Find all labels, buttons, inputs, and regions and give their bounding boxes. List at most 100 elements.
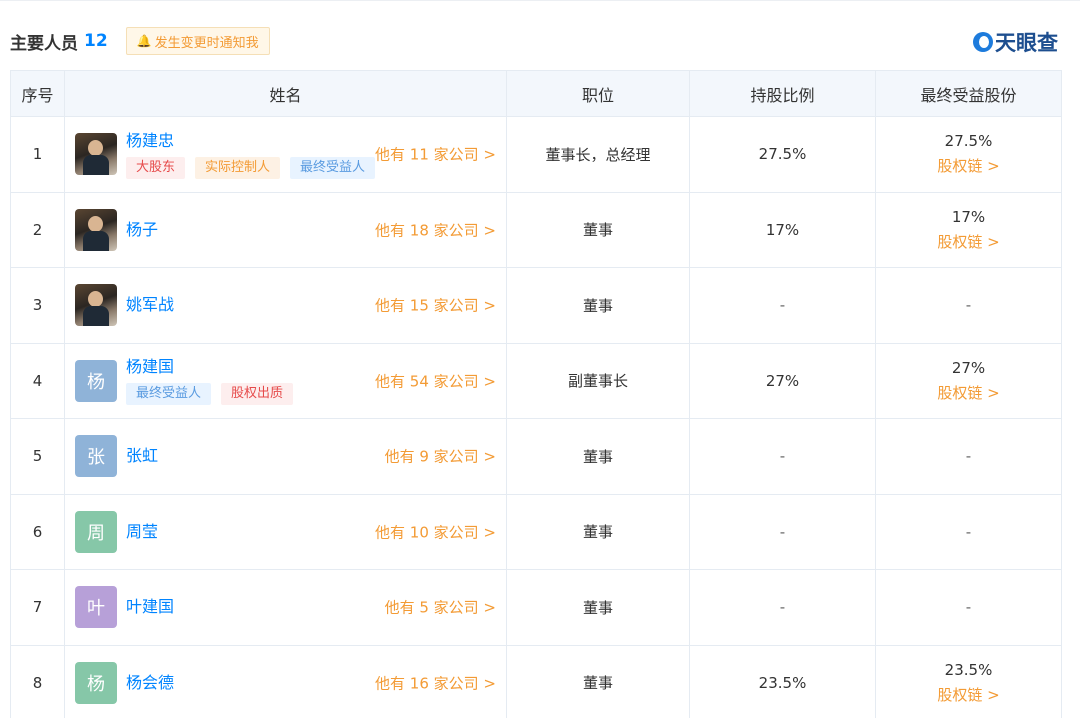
benefit-value: - [965,296,972,315]
avatar-photo[interactable] [75,133,117,176]
row-index: 2 [10,191,65,268]
person-tags: 大股东 实际控制人 最终受益人 [126,156,385,179]
benefit-share-cell: - [875,418,1062,495]
bell-icon: 🔔 [136,34,152,48]
benefit-value: - [965,447,972,466]
position-cell: 董事 [506,493,690,570]
benefit-cell: 17% 股权链 > [876,205,1061,255]
row-index: 8 [10,644,65,718]
name-cell: 周周莹 他有 10 家公司 > [64,493,507,570]
row-index: 6 [10,493,65,570]
equity-chain-link[interactable]: 股权链 > [937,230,999,255]
benefit-share-cell: - [875,569,1062,646]
row-index: 7 [10,569,65,646]
avatar-photo[interactable] [75,208,117,251]
companies-link[interactable]: 他有 10 家公司 > [375,521,496,542]
benefit-value: 23.5% [944,660,993,679]
benefit-cell: 23.5% 股权链 > [876,658,1061,708]
equity-chain-link[interactable]: 股权链 > [937,381,999,406]
benefit-cell: 27% 股权链 > [876,356,1061,406]
companies-link[interactable]: 他有 5 家公司 > [385,597,496,618]
share-ratio-cell: - [689,569,876,646]
benefit-share-cell: 27.5% 股权链 > [875,116,1062,193]
person-tag: 最终受益人 [290,156,376,179]
person-name-link[interactable]: 杨会德 [126,672,174,694]
position-cell: 董事 [506,267,690,344]
share-ratio-cell: 17% [689,191,876,268]
position-cell: 董事 [506,569,690,646]
avatar-initial[interactable]: 杨 [75,359,117,402]
share-ratio-cell: 23.5% [689,644,876,718]
logo-text: 天眼查 [995,31,1058,55]
person-tags: 最终受益人 股权出质 [126,383,303,406]
name-cell: 杨建忠大股东 实际控制人 最终受益人 他有 11 家公司 > [64,116,507,193]
person-name-link[interactable]: 周莹 [126,521,158,543]
companies-link[interactable]: 他有 54 家公司 > [375,370,496,391]
benefit-value: - [965,598,972,617]
person-name-link[interactable]: 杨建忠 [126,130,385,152]
avatar-photo[interactable] [75,284,117,327]
person-name-link[interactable]: 杨建国 [126,356,303,378]
benefit-value: 27.5% [944,132,993,151]
section-header: 主要人员 12 🔔 发生变更时通知我 [10,26,270,56]
table-row: 2 杨子 他有 18 家公司 > 董事 17% 17% 股权链 > [10,191,1062,268]
table-row: 4 杨杨建国 最终受益人 股权出质 他有 54 家公司 > 副董事长 27% 27% 股权链 > [10,342,1062,419]
companies-link[interactable]: 他有 11 家公司 > [375,144,496,165]
position-cell: 董事长，总经理 [506,116,690,193]
avatar-initial[interactable]: 杨 [75,661,117,704]
person-name-link[interactable]: 姚军战 [126,294,174,316]
staff-table: 序号 姓名 职位 持股比例 最终受益股份 1 杨建忠 大股东 实际控制人 最终受益人 他有… [10,70,1062,718]
name-cell: 叶叶建国 他有 5 家公司 > [64,569,507,646]
benefit-value: 27% [951,358,986,377]
logo-icon [973,32,993,52]
person-tag: 最终受益人 [126,383,212,406]
benefit-share-cell: - [875,493,1062,570]
name-cell: 杨杨建国最终受益人 股权出质 他有 54 家公司 > [64,342,507,419]
avatar-initial[interactable]: 周 [75,510,117,553]
name-cell: 姚军战 他有 15 家公司 > [64,267,507,344]
equity-chain-link[interactable]: 股权链 > [937,683,999,708]
equity-chain-link[interactable]: 股权链 > [937,154,999,179]
row-index: 1 [10,116,65,193]
person-name-link[interactable]: 杨子 [126,219,158,241]
name-cell: 杨子 他有 18 家公司 > [64,191,507,268]
table-row: 7 叶叶建国 他有 5 家公司 > 董事 - - [10,569,1062,646]
benefit-cell: 27.5% 股权链 > [876,129,1061,179]
row-index: 3 [10,267,65,344]
benefit-share-cell: 23.5% 股权链 > [875,644,1062,718]
avatar-initial[interactable]: 张 [75,435,117,478]
person-name-link[interactable]: 叶建国 [126,596,174,618]
person-name-link[interactable]: 张虹 [126,445,158,467]
table-row: 1 杨建忠 大股东 实际控制人 最终受益人 他有 11 家公司 > 董事长，总经理 27.5%… [10,116,1062,193]
benefit-share-cell: 27% 股权链 > [875,342,1062,419]
table-row: 8 杨杨会德 他有 16 家公司 > 董事 23.5% 23.5% 股权链 > [10,644,1062,718]
companies-link[interactable]: 他有 18 家公司 > [375,219,496,240]
share-ratio-cell: 27.5% [689,116,876,193]
tianyancha-logo[interactable]: 天眼查 [973,28,1058,56]
position-cell: 副董事长 [506,342,690,419]
share-ratio-cell: 27% [689,342,876,419]
position-cell: 董事 [506,191,690,268]
column-header-name: 姓名 [64,70,507,117]
section-title: 主要人员 [10,33,78,54]
position-cell: 董事 [506,418,690,495]
notify-label: 发生变更时通知我 [154,35,259,51]
person-tag: 股权出质 [221,383,294,406]
share-ratio-cell: - [689,267,876,344]
position-cell: 董事 [506,644,690,718]
table-header-row: 序号 姓名 职位 持股比例 最终受益股份 [10,70,1062,117]
person-tag: 大股东 [126,156,186,179]
staff-count: 12 [84,31,108,51]
top-divider [0,0,1080,2]
companies-link[interactable]: 他有 16 家公司 > [375,672,496,693]
notify-button[interactable]: 🔔 发生变更时通知我 [125,27,270,55]
name-cell: 杨杨会德 他有 16 家公司 > [64,644,507,718]
column-header-index: 序号 [10,70,65,117]
row-index: 4 [10,342,65,419]
row-index: 5 [10,418,65,495]
avatar-initial[interactable]: 叶 [75,586,117,629]
benefit-share-cell: 17% 股权链 > [875,191,1062,268]
benefit-share-cell: - [875,267,1062,344]
companies-link[interactable]: 他有 9 家公司 > [385,446,496,467]
companies-link[interactable]: 他有 15 家公司 > [375,295,496,316]
